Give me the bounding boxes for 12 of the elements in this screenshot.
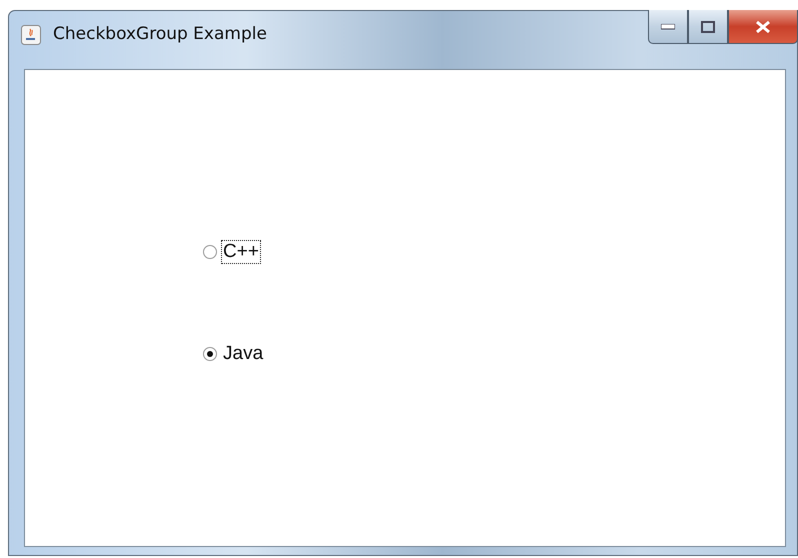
close-icon	[755, 20, 771, 34]
maximize-icon	[701, 20, 715, 32]
window-title: CheckboxGroup Example	[53, 24, 267, 44]
close-button[interactable]	[728, 10, 798, 44]
radio-button[interactable]	[203, 347, 217, 361]
cup-icon	[21, 25, 41, 45]
maximize-button[interactable]	[688, 10, 728, 44]
radio-button[interactable]	[203, 245, 217, 259]
radio-label[interactable]: C++	[221, 240, 261, 264]
minimize-icon	[661, 24, 675, 30]
radio-label[interactable]: Java	[221, 342, 266, 366]
minimize-button[interactable]	[648, 10, 688, 44]
